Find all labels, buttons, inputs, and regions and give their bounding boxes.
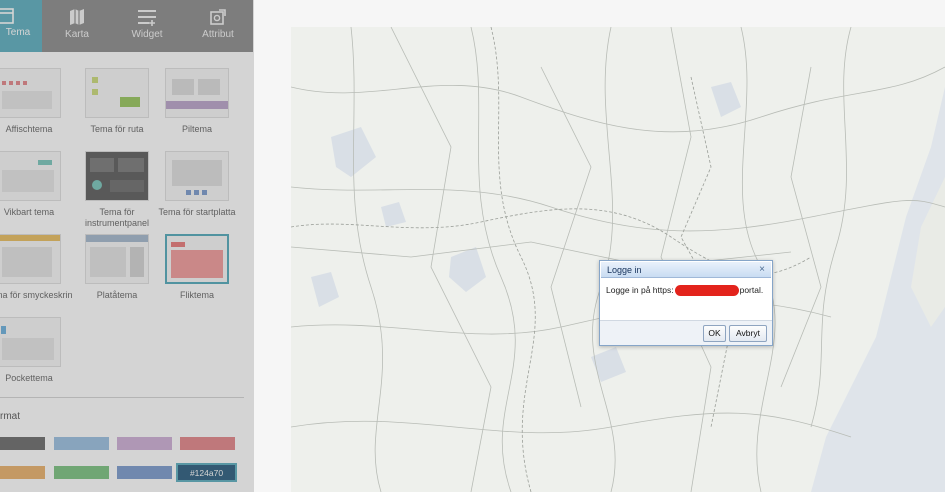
dialog-titlebar[interactable]: Logge in × bbox=[601, 262, 771, 278]
dialog-title: Logge in bbox=[607, 265, 642, 275]
close-icon[interactable]: × bbox=[759, 264, 765, 275]
redacted-url bbox=[674, 285, 739, 297]
modal-overlay bbox=[0, 0, 253, 492]
dialog-button-row: OK Avbryt bbox=[600, 320, 772, 345]
theme-panel: Tema Karta Widget Attribut Affischtema T… bbox=[0, 0, 254, 492]
dialog-message: Logge in på https: portal. bbox=[606, 285, 764, 297]
dialog-message-prefix: Logge in på https: bbox=[606, 285, 674, 295]
cancel-button[interactable]: Avbryt bbox=[729, 325, 767, 342]
ok-button[interactable]: OK bbox=[703, 325, 726, 342]
login-dialog: Logge in × Logge in på https: portal. OK … bbox=[599, 260, 773, 346]
dialog-message-suffix: portal. bbox=[739, 285, 764, 295]
